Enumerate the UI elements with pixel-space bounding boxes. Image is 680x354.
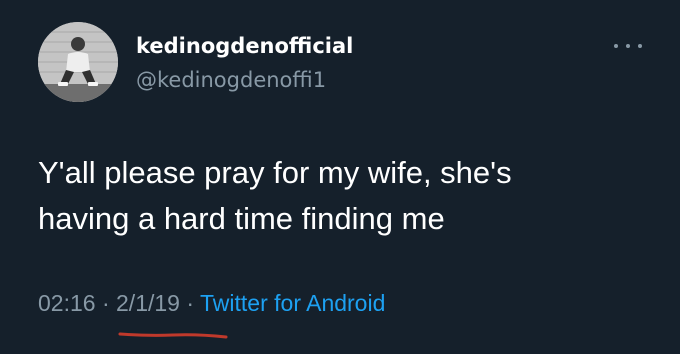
more-horizontal-icon [638, 44, 642, 48]
more-options-button[interactable] [614, 38, 642, 54]
meta-separator: · [186, 290, 195, 316]
more-horizontal-icon [614, 44, 618, 48]
red-underline-annotation [118, 332, 228, 339]
tweet-date[interactable]: 2/1/19 [116, 290, 180, 316]
tweet-source-link[interactable]: Twitter for Android [200, 290, 385, 316]
avatar[interactable] [38, 22, 118, 102]
tweet-text-line: Y'all please pray for my wife, she's [38, 155, 512, 190]
more-horizontal-icon [626, 44, 630, 48]
tweet-meta: 02:16 · 2/1/19 · Twitter for Android [38, 290, 385, 317]
tweet-time: 02:16 [38, 290, 96, 316]
user-handle[interactable]: @kedinogdenoffi1 [136, 68, 326, 92]
meta-separator: · [101, 290, 110, 316]
display-name[interactable]: kedinogdenofficial [136, 34, 353, 58]
tweet-card: kedinogdenofficial @kedinogdenoffi1 Y'al… [0, 0, 680, 354]
avatar-photo [38, 22, 118, 102]
tweet-text: Y'all please pray for my wife, she's hav… [38, 150, 658, 242]
tweet-text-line: having a hard time finding me [38, 201, 445, 236]
